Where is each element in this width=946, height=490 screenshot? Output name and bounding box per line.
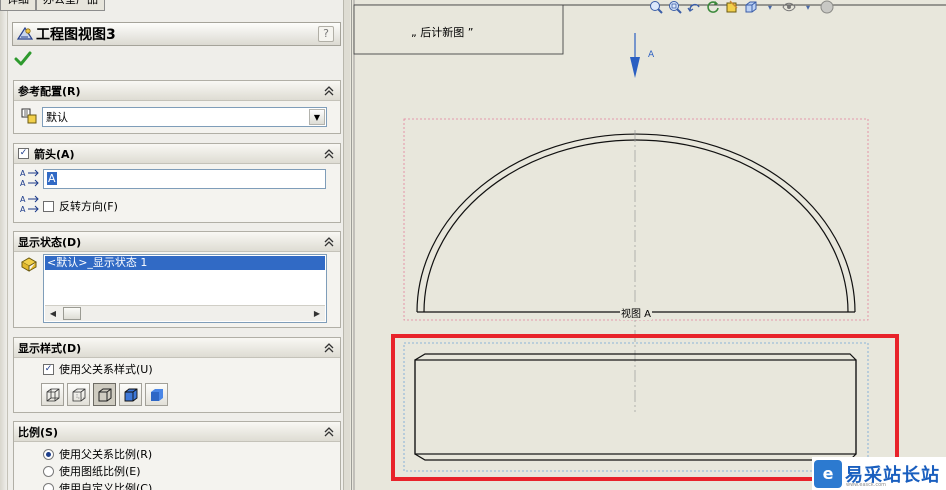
scroll-thumb[interactable] [63, 307, 81, 320]
group-reference-config: 参考配置(R) 默认 ▼ [13, 80, 341, 134]
group-arrow: ✓ 箭头(A) A A A A A 反转方向(F) [13, 143, 341, 223]
reverse-arrow-icon: A A [20, 194, 40, 217]
group-scale: 比例(S) 使用父关系比例(R) 使用图纸比例(E) 使用自定义比例(C) [13, 421, 341, 490]
group-title: 参考配置(R) [18, 84, 81, 98]
display-style-buttons [41, 383, 168, 406]
panel-title-bar: 工程图视图3 ? [12, 22, 341, 46]
rebuild-icon[interactable] [705, 0, 721, 14]
list-item[interactable]: <默认>_显示状态 1 [45, 256, 325, 270]
help-button[interactable]: ? [318, 26, 334, 42]
group-header[interactable]: 参考配置(R) [14, 81, 340, 101]
svg-text:A: A [20, 195, 26, 204]
use-parent-style-label: 使用父关系样式(U) [59, 363, 153, 376]
section-outline [414, 353, 857, 461]
panel-scrollbar[interactable] [343, 0, 350, 490]
shaded-with-edges-icon[interactable] [119, 383, 142, 406]
scroll-left-icon[interactable]: ◀ [45, 306, 61, 321]
tab-details[interactable]: 详细 [0, 0, 36, 11]
reverse-direction-checkbox[interactable] [43, 200, 54, 212]
label-arrow-icon: A A [20, 168, 40, 191]
watermark-logo: e 易采站长站 www.easck.com [812, 457, 946, 490]
use-parent-style-checkbox[interactable]: ✓ [43, 363, 54, 375]
appearance-icon[interactable] [819, 0, 835, 14]
group-title: 比例(S) [18, 425, 58, 439]
group-header[interactable]: 显示样式(D) [14, 338, 340, 358]
section-inner-rect [414, 359, 857, 455]
radio-label: 使用自定义比例(C) [59, 482, 153, 490]
chevron-down-icon[interactable]: ▼ [309, 109, 325, 125]
group-display-style: 显示样式(D) ✓ 使用父关系样式(U) [13, 337, 341, 413]
scale-option-parent[interactable]: 使用父关系比例(R) [43, 446, 152, 462]
svg-text:A: A [20, 205, 26, 214]
dropdown-arrow-icon[interactable]: ▾ [800, 0, 816, 14]
display-style-icon[interactable] [781, 0, 797, 14]
use-parent-style-row[interactable]: ✓ 使用父关系样式(U) [43, 361, 153, 377]
radio-label: 使用父关系比例(R) [59, 448, 153, 461]
svg-text:A: A [20, 169, 26, 178]
panel-rail [0, 0, 8, 490]
ok-check-icon[interactable] [14, 51, 32, 67]
group-title: 箭头(A) [34, 147, 75, 161]
shaded-icon[interactable] [145, 383, 168, 406]
reverse-direction-row[interactable]: 反转方向(F) [43, 198, 118, 214]
view-label[interactable]: 视图 A [620, 305, 653, 320]
drawing-canvas[interactable]: „ 后计新图 ” A 视图 A [351, 0, 946, 490]
zoom-area-icon[interactable] [667, 0, 683, 14]
configuration-icon [21, 107, 37, 128]
drawing-sheet [351, 0, 946, 490]
radio-button[interactable] [43, 482, 54, 490]
reverse-direction-label: 反转方向(F) [59, 200, 118, 213]
reference-config-select[interactable]: 默认 ▼ [42, 107, 327, 127]
select-value: 默认 [46, 111, 68, 124]
hidden-lines-removed-icon[interactable] [93, 383, 116, 406]
group-title: 显示状态(D) [18, 235, 82, 249]
heads-up-toolbar: ▾ ▾ [648, 0, 835, 14]
group-title: 显示样式(D) [18, 341, 82, 355]
scale-option-sheet[interactable]: 使用图纸比例(E) [43, 463, 141, 479]
display-state-icon [20, 257, 38, 276]
watermark-subtext: www.easck.com [846, 482, 887, 488]
radio-label: 使用图纸比例(E) [59, 465, 141, 478]
collapse-icon[interactable] [322, 235, 336, 249]
inner-arc [423, 139, 849, 313]
display-state-list[interactable]: <默认>_显示状态 1 ◀ ▶ [43, 254, 327, 323]
wireframe-style-icon[interactable] [41, 383, 64, 406]
group-header[interactable]: 显示状态(D) [14, 232, 340, 252]
scroll-right-icon[interactable]: ▶ [309, 306, 325, 321]
group-header[interactable]: ✓ 箭头(A) [14, 144, 340, 164]
top-tabs: 详细 办公室产品 [0, 0, 105, 11]
property-manager: 详细 办公室产品 工程图视图3 ? 参考配置(R) [0, 0, 350, 490]
view-arrow-label: A [648, 50, 655, 60]
drawing-view-icon [15, 24, 35, 44]
group-display-state: 显示状态(D) <默认>_显示状态 1 ◀ ▶ [13, 231, 341, 328]
horizontal-scrollbar[interactable]: ◀ ▶ [45, 305, 325, 321]
section-view-boundary [403, 342, 869, 472]
top-view-boundary [403, 118, 869, 321]
watermark-logo-mark: e [814, 459, 842, 488]
section-view-icon[interactable] [724, 0, 740, 14]
arrow-enable-checkbox[interactable]: ✓ [18, 148, 29, 159]
input-value: A [47, 172, 57, 185]
view-orientation-icon[interactable] [743, 0, 759, 14]
group-header[interactable]: 比例(S) [14, 422, 340, 442]
view-arrow-head [630, 57, 640, 78]
zoom-to-fit-icon[interactable] [648, 0, 664, 14]
collapse-icon[interactable] [322, 84, 336, 98]
outer-arc [416, 133, 856, 313]
radio-button[interactable] [43, 448, 54, 460]
collapse-icon[interactable] [322, 341, 336, 355]
scale-option-custom[interactable]: 使用自定义比例(C) [43, 480, 152, 490]
dropdown-arrow-icon[interactable]: ▾ [762, 0, 778, 14]
arrow-label-input[interactable]: A [43, 169, 326, 189]
svg-text:A: A [20, 179, 26, 188]
previous-view-icon[interactable] [686, 0, 702, 14]
page-title: 工程图视图3 [36, 27, 116, 43]
collapse-icon[interactable] [322, 147, 336, 161]
radio-button[interactable] [43, 465, 54, 477]
collapse-icon[interactable] [322, 425, 336, 439]
tab-office-products[interactable]: 办公室产品 [36, 0, 105, 11]
note-text[interactable]: „ 后计新图 ” [411, 24, 473, 40]
hidden-lines-visible-icon[interactable] [67, 383, 90, 406]
